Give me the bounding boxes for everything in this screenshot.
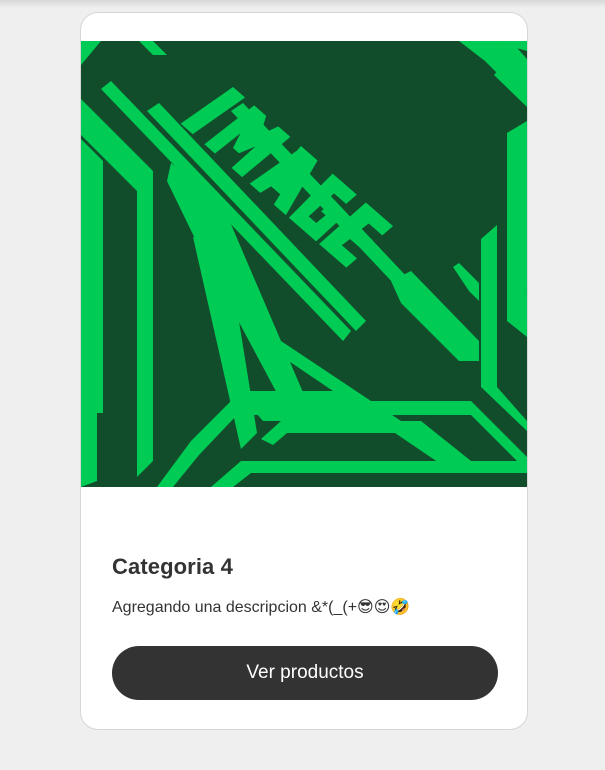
category-image: [81, 41, 527, 487]
view-products-button[interactable]: Ver productos: [112, 646, 498, 700]
top-shadow-strip: [0, 0, 605, 8]
category-description: Agregando una descripcion &*(_(+😎😍🤣: [112, 599, 411, 616]
category-title: Categoria 4: [112, 554, 233, 579]
category-card: Categoria 4 Agregando una descripcion &*…: [80, 12, 528, 730]
